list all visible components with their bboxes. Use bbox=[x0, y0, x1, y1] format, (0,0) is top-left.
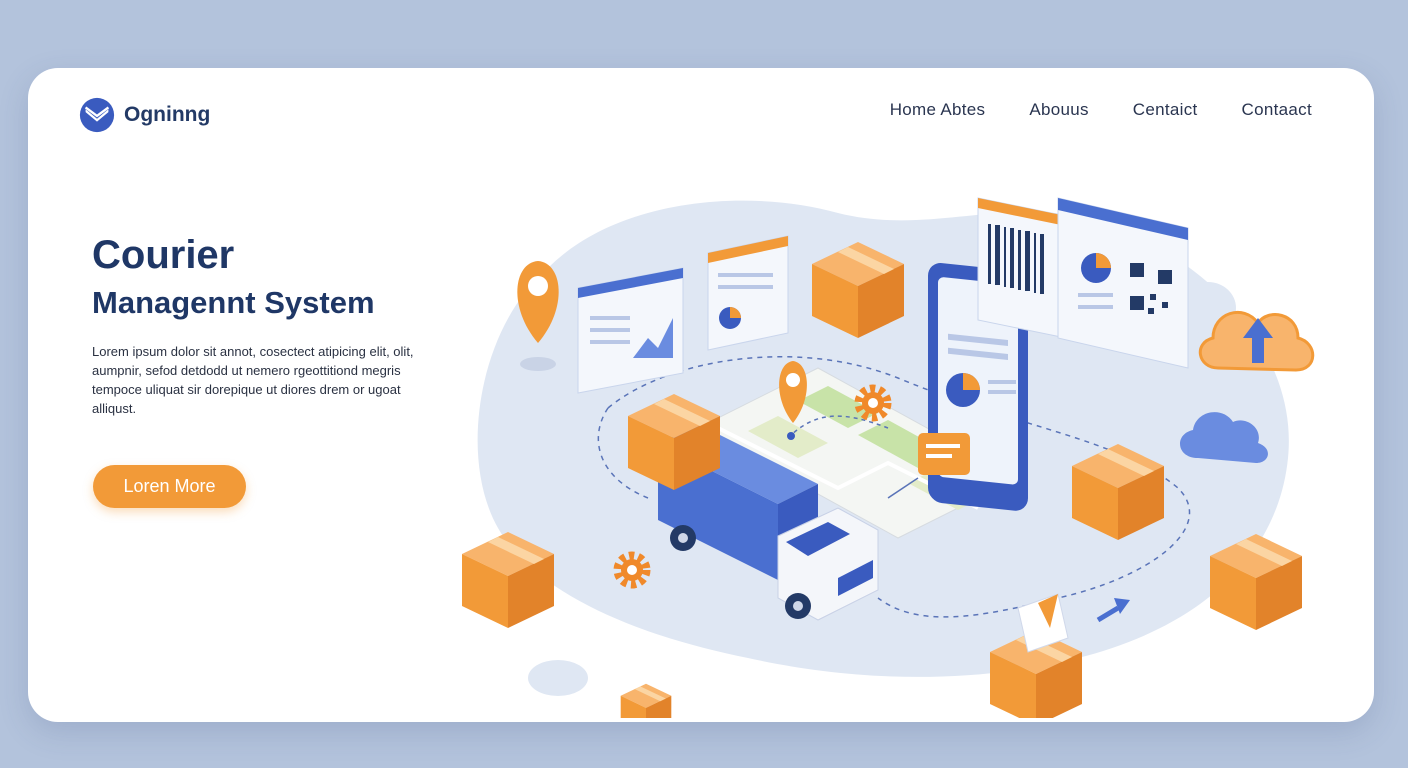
hero-title-line1: Courier bbox=[92, 233, 235, 277]
brand-name: Ogninng bbox=[124, 103, 211, 126]
top-nav: Home Abtes Abouus Centaict Contaact bbox=[890, 100, 1312, 120]
nav-item-about[interactable]: Abouus bbox=[1029, 100, 1088, 120]
landing-card: Ogninng Home Abtes Abouus Centaict Conta… bbox=[28, 68, 1374, 722]
hero-description: Lorem ipsum dolor sit annot, cosectect a… bbox=[92, 344, 414, 416]
brand-logo[interactable]: Ogninng bbox=[78, 96, 210, 134]
nav-item-centaict[interactable]: Centaict bbox=[1133, 100, 1198, 120]
envelope-check-icon bbox=[79, 97, 115, 133]
qr-code-window-icon bbox=[1057, 197, 1189, 369]
barcode-icon bbox=[977, 197, 1067, 339]
cloud-upload-icon bbox=[1198, 310, 1315, 372]
nav-item-contact[interactable]: Contaact bbox=[1242, 100, 1312, 120]
logistics-illustration bbox=[462, 197, 1315, 718]
learn-more-button[interactable]: Loren More bbox=[93, 465, 246, 508]
report-window-icon bbox=[707, 235, 789, 351]
analytics-window-icon bbox=[577, 267, 684, 394]
hero-title: Courier Managennt System bbox=[92, 230, 375, 326]
message-bubble-icon bbox=[918, 433, 970, 475]
background-blob-small bbox=[528, 660, 588, 696]
package-box-icon bbox=[620, 683, 672, 718]
nav-item-home[interactable]: Home Abtes bbox=[890, 100, 986, 120]
hero-title-line2: Managennt System bbox=[92, 285, 375, 320]
